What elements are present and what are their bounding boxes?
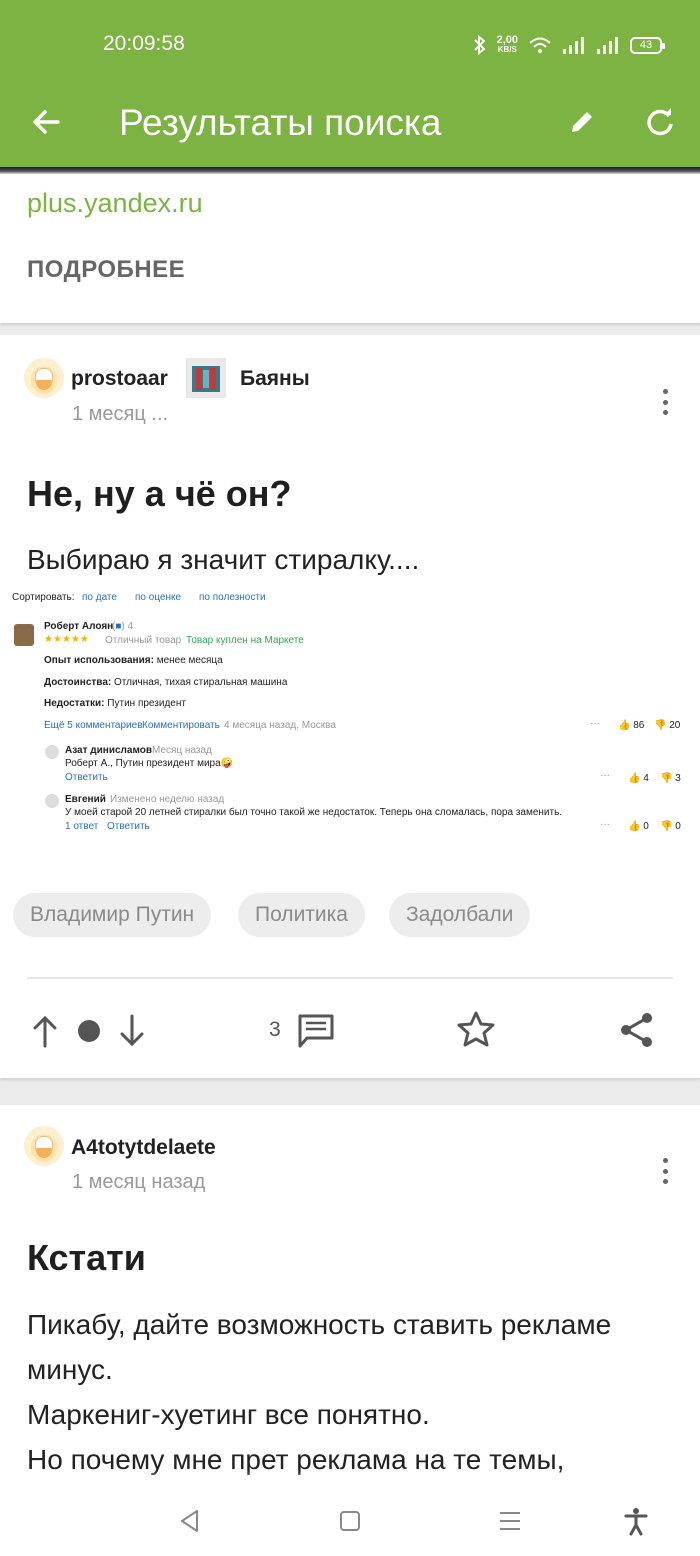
edit-pencil-icon[interactable] [564, 104, 600, 140]
nav-recents-icon[interactable] [495, 1506, 525, 1536]
tag-chip[interactable]: Задолбали [389, 893, 531, 937]
post-card: A4totytdelaete 1 месяц назад Кстати Пика… [0, 1105, 700, 1486]
signal-icon [563, 37, 584, 54]
back-arrow-icon[interactable] [28, 104, 64, 140]
post-title[interactable]: Кстати [27, 1237, 146, 1279]
page-title: Результаты поиска [119, 102, 442, 143]
tag-chip[interactable]: Владимир Путин [13, 893, 212, 937]
community-name[interactable]: Баяны [240, 367, 310, 391]
more-options-icon[interactable] [661, 1158, 669, 1184]
bluetooth-icon [473, 35, 486, 55]
network-speed: 2,00 KB/S [496, 34, 518, 55]
battery-icon: 43 [630, 36, 665, 54]
app-bar: Результаты поиска [0, 88, 700, 167]
post-title[interactable]: Не, ну а чё он? [27, 473, 291, 515]
more-options-icon[interactable] [661, 389, 669, 415]
author-name[interactable]: prostoaar [71, 367, 168, 391]
post-divider [27, 977, 673, 979]
post-card: prostoaar Баяны 1 месяц ... Не, ну а чё … [0, 335, 700, 1078]
signal-icon-2 [597, 37, 618, 54]
tag-chip[interactable]: Политика [238, 893, 365, 937]
status-icons: 2,00 KB/S 43 [473, 30, 665, 60]
nav-home-icon[interactable] [335, 1506, 365, 1536]
author-name[interactable]: A4totytdelaete [71, 1136, 216, 1160]
author-avatar[interactable] [24, 1126, 64, 1166]
community-icon[interactable] [186, 358, 226, 398]
post-text: Пикабу, дайте возможность ставить реклам… [27, 1309, 612, 1475]
app-bar-divider [0, 167, 700, 174]
author-avatar[interactable] [24, 358, 64, 398]
comments-count: 3 [269, 1018, 281, 1041]
downvote-arrow-icon[interactable] [117, 1014, 147, 1048]
clock: 20:09:58 [103, 32, 185, 55]
system-nav-bar [0, 1486, 700, 1556]
comments-icon[interactable] [297, 1013, 335, 1049]
accessibility-icon[interactable] [621, 1506, 651, 1536]
ad-more-button[interactable]: ПОДРОБНЕЕ [27, 256, 185, 284]
refresh-icon[interactable] [642, 104, 678, 140]
post-text: Выбираю я значит стиралку.... [27, 544, 420, 575]
post-image[interactable]: Сортировать: по дате по оценке по полезн… [0, 588, 700, 856]
ad-link[interactable]: plus.yandex.ru [27, 188, 203, 219]
nav-back-icon[interactable] [175, 1506, 205, 1536]
favorite-star-icon[interactable] [456, 1010, 496, 1048]
post-date: 1 месяц ... [72, 403, 169, 425]
upvote-arrow-icon[interactable] [30, 1014, 60, 1048]
status-bar: 20:09:58 2,00 KB/S 43 [0, 0, 700, 88]
wifi-icon [529, 37, 551, 53]
rating-dot-icon [78, 1020, 100, 1042]
ad-card: plus.yandex.ru ПОДРОБНЕЕ [0, 174, 700, 323]
post-date: 1 месяц назад [72, 1171, 206, 1193]
reviewer-photo [14, 624, 34, 646]
share-icon[interactable] [618, 1011, 656, 1049]
